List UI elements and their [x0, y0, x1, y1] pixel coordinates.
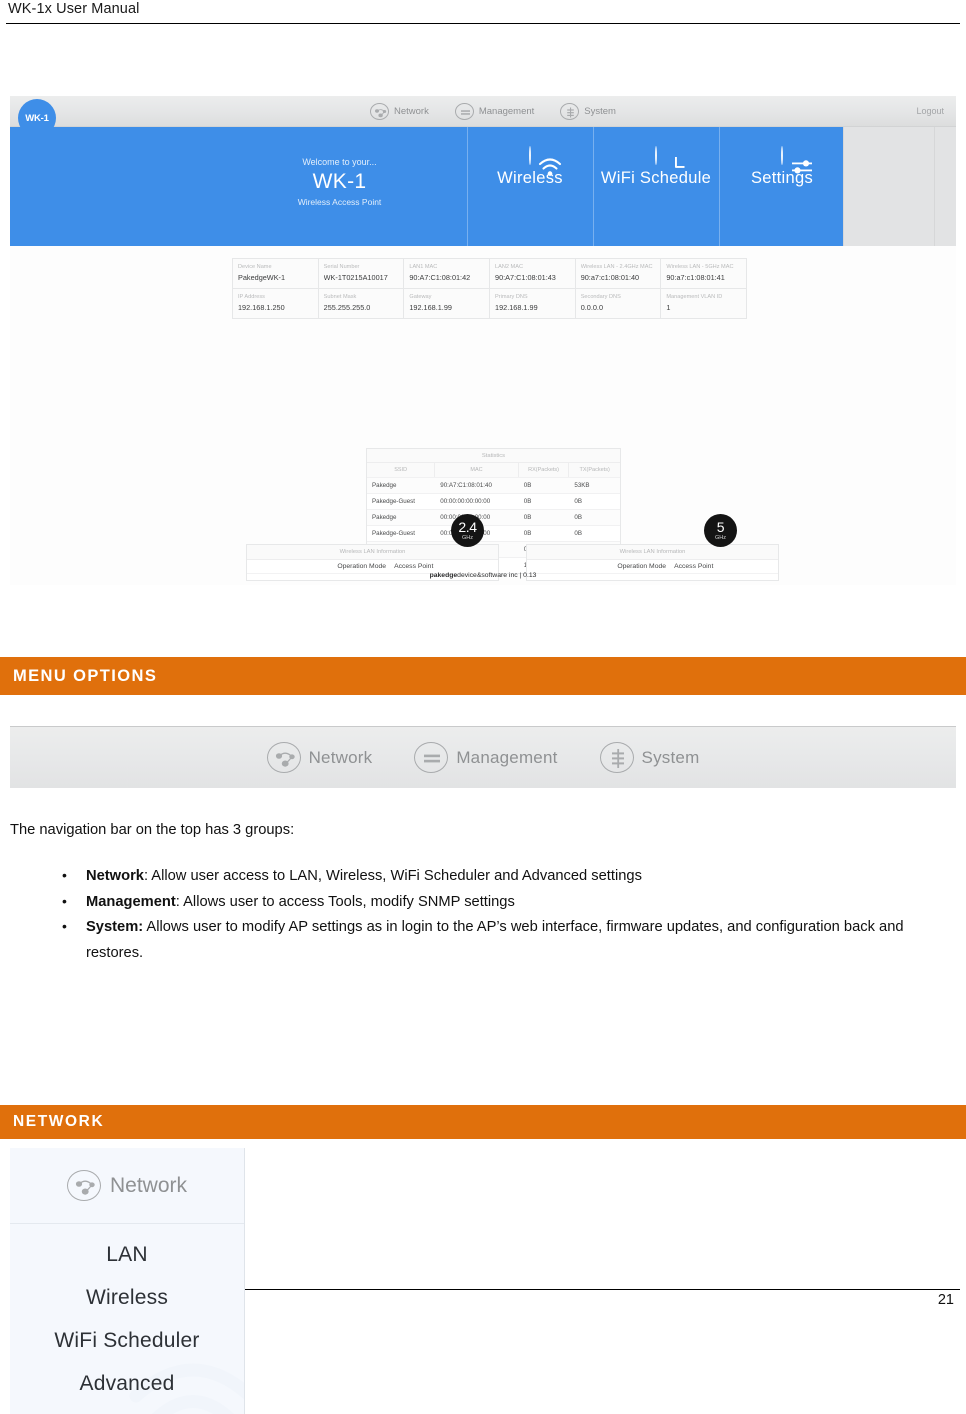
device-subtitle: Wireless Access Point — [297, 197, 382, 207]
management-icon — [454, 103, 474, 120]
navstrip-item-network[interactable]: Network — [266, 742, 373, 773]
hero-tile-settings[interactable]: Settings — [719, 146, 845, 188]
topnav-item-network[interactable]: Network — [370, 103, 429, 120]
info-cell-lan1-mac: LAN1 MAC 90:A7:C1:08:01:42 — [403, 258, 490, 289]
info-cell-wlan-5ghz-mac: Wireless LAN - 5GHz MAC 90:a7:c1:08:01:4… — [660, 258, 748, 289]
ui-footer-credit: pakedgedevice&software inc | 0.13 — [10, 572, 956, 579]
network-sidebar-menu: LAN Wireless WiFi Scheduler Advanced — [10, 1224, 244, 1405]
info-cell-secondary-dns: Secondary DNS 0.0.0.0 — [574, 289, 661, 319]
info-cell-gateway: Gateway 192.168.1.99 — [403, 289, 490, 319]
bullet-term-network: Network — [86, 868, 144, 884]
navstrip-label-network: Network — [308, 747, 373, 767]
list-item: Management: Allows user to access Tools,… — [10, 889, 940, 916]
statistics-title: Statistics — [367, 449, 620, 462]
stats-col-ssid: SSID — [367, 463, 436, 477]
header-divider — [6, 23, 960, 24]
stats-col-mac: MAC — [435, 463, 519, 477]
network-icon — [66, 1170, 101, 1201]
sidebar-item-wifi-scheduler[interactable]: WiFi Scheduler — [10, 1319, 244, 1362]
wifi-icon — [529, 146, 562, 176]
hero-right-filler — [843, 127, 956, 246]
page-running-header: WK-1x User Manual — [0, 0, 966, 30]
table-row: Pakedge-Guest 00:00:00:00:00:00 0B 0B — [367, 493, 620, 509]
hero-banner: Welcome to your... WK-1 Wireless Access … — [10, 127, 843, 246]
wlan-row-operation-mode-24ghz: Operation Mode Access Point — [247, 559, 498, 573]
clock-icon — [655, 146, 685, 168]
page-number: 21 — [937, 1292, 954, 1308]
table-row: Pakedge-Guest 00:00:00:00:00:00 0B 0B — [367, 525, 620, 541]
navstrip-item-management[interactable]: Management — [414, 742, 557, 773]
wlan-title-5ghz: Wireless LAN Information — [527, 545, 778, 559]
device-info-row-1: Device Name PakedgeWK-1 Serial Number WK… — [232, 258, 748, 289]
section-heading-network: NETWORK — [0, 1105, 966, 1139]
info-cell-subnet-mask: Subnet Mask 255.255.255.0 — [317, 289, 404, 319]
bullet-rest-network: : Allow user access to LAN, Wireless, Wi… — [143, 868, 642, 884]
badge-24ghz: 2.4 GHz — [451, 514, 484, 547]
list-item: Network: Allow user access to LAN, Wirel… — [10, 863, 940, 890]
system-icon — [599, 742, 634, 773]
section-heading-menu-options: MENU OPTIONS — [0, 657, 966, 695]
footer-divider — [245, 1289, 960, 1290]
menu-nav-strip-screenshot: Network Management System — [10, 726, 956, 788]
bullet-term-management: Management — [86, 893, 176, 910]
topnav-item-system[interactable]: System — [560, 103, 616, 120]
table-row: Pakedge 00:00:00:00:00:00 0B 0B — [367, 509, 620, 525]
menu-groups-bullet-list: Network: Allow user access to LAN, Wirel… — [10, 863, 940, 966]
network-icon — [266, 742, 301, 773]
management-icon — [414, 742, 449, 773]
device-info-table: Device Name PakedgeWK-1 Serial Number WK… — [232, 258, 748, 319]
sidebar-item-advanced[interactable]: Advanced — [10, 1362, 244, 1405]
info-cell-serial-number: Serial Number WK-1T0215A10017 — [317, 258, 404, 289]
navstrip-label-management: Management — [456, 747, 558, 767]
topnav-item-management[interactable]: Management — [454, 103, 535, 120]
stats-col-rx: RX(Packets) — [519, 463, 570, 477]
wlan-row-operation-mode-5ghz: Operation Mode Access Point — [527, 559, 778, 573]
device-name-hero: WK-1 — [312, 170, 367, 193]
info-cell-primary-dns: Primary DNS 192.168.1.99 — [489, 289, 575, 319]
topnav-label-network: Network — [394, 106, 429, 117]
list-item: System: Allows user to modify AP setting… — [10, 914, 940, 966]
running-title: WK-1x User Manual — [8, 1, 140, 17]
ui-footer-rest: device&software inc | 0.13 — [457, 572, 537, 579]
bullet-term-system: System: — [86, 919, 144, 935]
bullet-rest-management: : Allows user to access Tools, modify SN… — [175, 893, 515, 910]
navstrip-item-system[interactable]: System — [599, 742, 700, 773]
sidebar-item-lan[interactable]: LAN — [10, 1233, 244, 1276]
info-cell-ip-address: IP Address 192.168.1.250 — [232, 289, 318, 319]
badge-5ghz: 5 GHz — [704, 514, 737, 547]
ui-footer-brand: pakedge — [429, 572, 458, 579]
bullet-rest-system: Allows user to modify AP settings as in … — [86, 919, 904, 961]
info-cell-lan2-mac: LAN2 MAC 90:A7:C1:08:01:43 — [489, 258, 575, 289]
info-cell-management-vlan-id: Management VLAN ID 1 — [660, 289, 748, 319]
intro-paragraph: The navigation bar on the top has 3 grou… — [10, 822, 295, 838]
info-cell-wlan-24ghz-mac: Wireless LAN - 2.4GHz MAC 90:a7:c1:08:01… — [574, 258, 661, 289]
network-sidebar-header[interactable]: Network — [10, 1148, 244, 1224]
stats-col-tx: TX(Packets) — [579, 467, 610, 473]
screenshot-topnav: Network Management System — [370, 96, 616, 127]
logout-link[interactable]: Logout — [916, 106, 944, 116]
system-icon — [560, 103, 580, 120]
network-sidebar-screenshot: Network LAN Wireless WiFi Scheduler Adva… — [10, 1148, 245, 1414]
statistics-header-row: SSID MAC RX(Packets) TX(Packets) — [367, 462, 620, 477]
welcome-small-text: Welcome to your... — [302, 157, 377, 167]
topnav-label-management: Management — [478, 106, 535, 117]
network-sidebar-header-label: Network — [109, 1173, 188, 1197]
topnav-label-system: System — [584, 106, 616, 117]
navstrip-label-system: System — [641, 747, 700, 767]
sidebar-item-wireless[interactable]: Wireless — [10, 1276, 244, 1319]
welcome-block: Welcome to your... WK-1 Wireless Access … — [232, 157, 447, 207]
network-icon — [370, 103, 389, 120]
dashboard-screenshot: WK-1 Network Management System Logout We… — [10, 96, 956, 585]
hero-tile-wifi-schedule[interactable]: WiFi Schedule — [593, 146, 719, 188]
sliders-icon — [781, 146, 812, 174]
wlan-title-24ghz: Wireless LAN Information — [247, 545, 498, 559]
info-cell-device-name: Device Name PakedgeWK-1 — [232, 258, 318, 289]
table-row: Pakedge 90:A7:C1:08:01:40 0B 53KB — [367, 477, 620, 493]
device-info-row-2: IP Address 192.168.1.250 Subnet Mask 255… — [232, 289, 748, 319]
hero-tile-wireless[interactable]: Wireless — [467, 146, 593, 188]
